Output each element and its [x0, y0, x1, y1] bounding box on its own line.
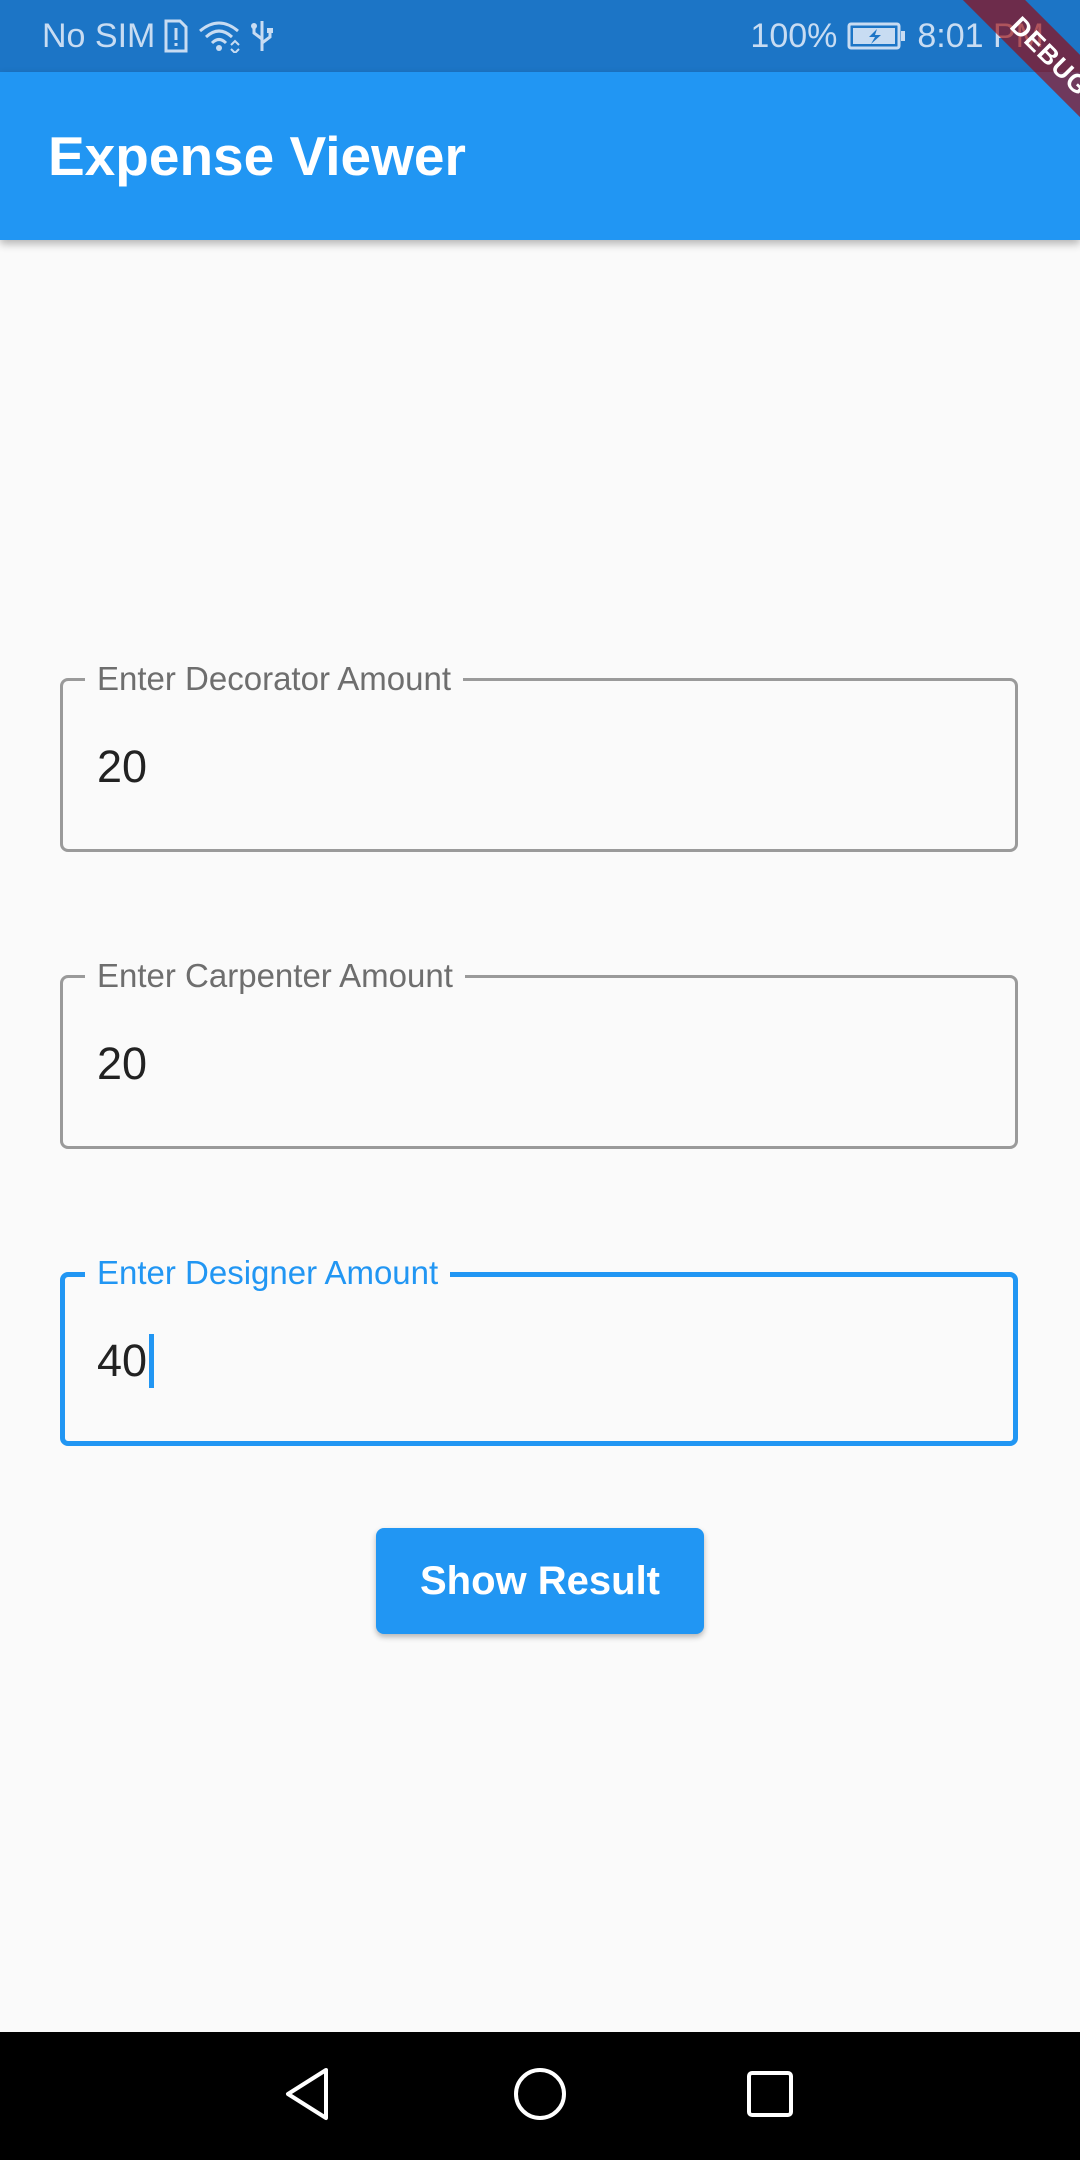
recents-icon: [745, 2069, 795, 2124]
home-icon: [512, 2066, 568, 2127]
designer-amount-input[interactable]: 40: [97, 1333, 155, 1389]
app-bar: Expense Viewer: [0, 72, 1080, 240]
decorator-amount-field[interactable]: Enter Decorator Amount 20: [60, 659, 1018, 852]
sim-alert-icon: [163, 19, 189, 53]
carrier-label: No SIM: [42, 16, 156, 55]
status-bar: No SIM 100% 8:01 PM: [0, 0, 1080, 72]
show-result-button[interactable]: Show Result: [376, 1528, 704, 1634]
designer-amount-label: Enter Designer Amount: [85, 1253, 451, 1293]
carpenter-amount-value: 20: [97, 1038, 148, 1089]
decorator-amount-label: Enter Decorator Amount: [85, 659, 464, 699]
battery-charging-icon: [847, 21, 907, 51]
text-caret: [149, 1334, 155, 1388]
page-title: Expense Viewer: [48, 125, 466, 187]
carpenter-amount-field[interactable]: Enter Carpenter Amount 20: [60, 956, 1018, 1149]
status-left: No SIM: [42, 0, 275, 72]
clock: 8:01 PM: [917, 16, 1044, 55]
usb-icon: [249, 19, 275, 53]
back-button[interactable]: [276, 2064, 340, 2128]
designer-amount-value: 40: [97, 1335, 148, 1386]
recents-button[interactable]: [738, 2064, 802, 2128]
nav-bar: [0, 2032, 1080, 2160]
back-icon: [282, 2066, 334, 2127]
decorator-amount-value: 20: [97, 741, 148, 792]
wifi-icon: [197, 19, 241, 53]
carpenter-amount-input[interactable]: 20: [97, 1036, 147, 1092]
designer-amount-field[interactable]: Enter Designer Amount 40: [60, 1253, 1018, 1446]
status-right: 100% 8:01 PM: [750, 0, 1044, 72]
carpenter-amount-label: Enter Carpenter Amount: [85, 956, 465, 996]
battery-percent: 100%: [750, 16, 838, 55]
decorator-amount-input[interactable]: 20: [97, 739, 147, 795]
home-button[interactable]: [508, 2064, 572, 2128]
